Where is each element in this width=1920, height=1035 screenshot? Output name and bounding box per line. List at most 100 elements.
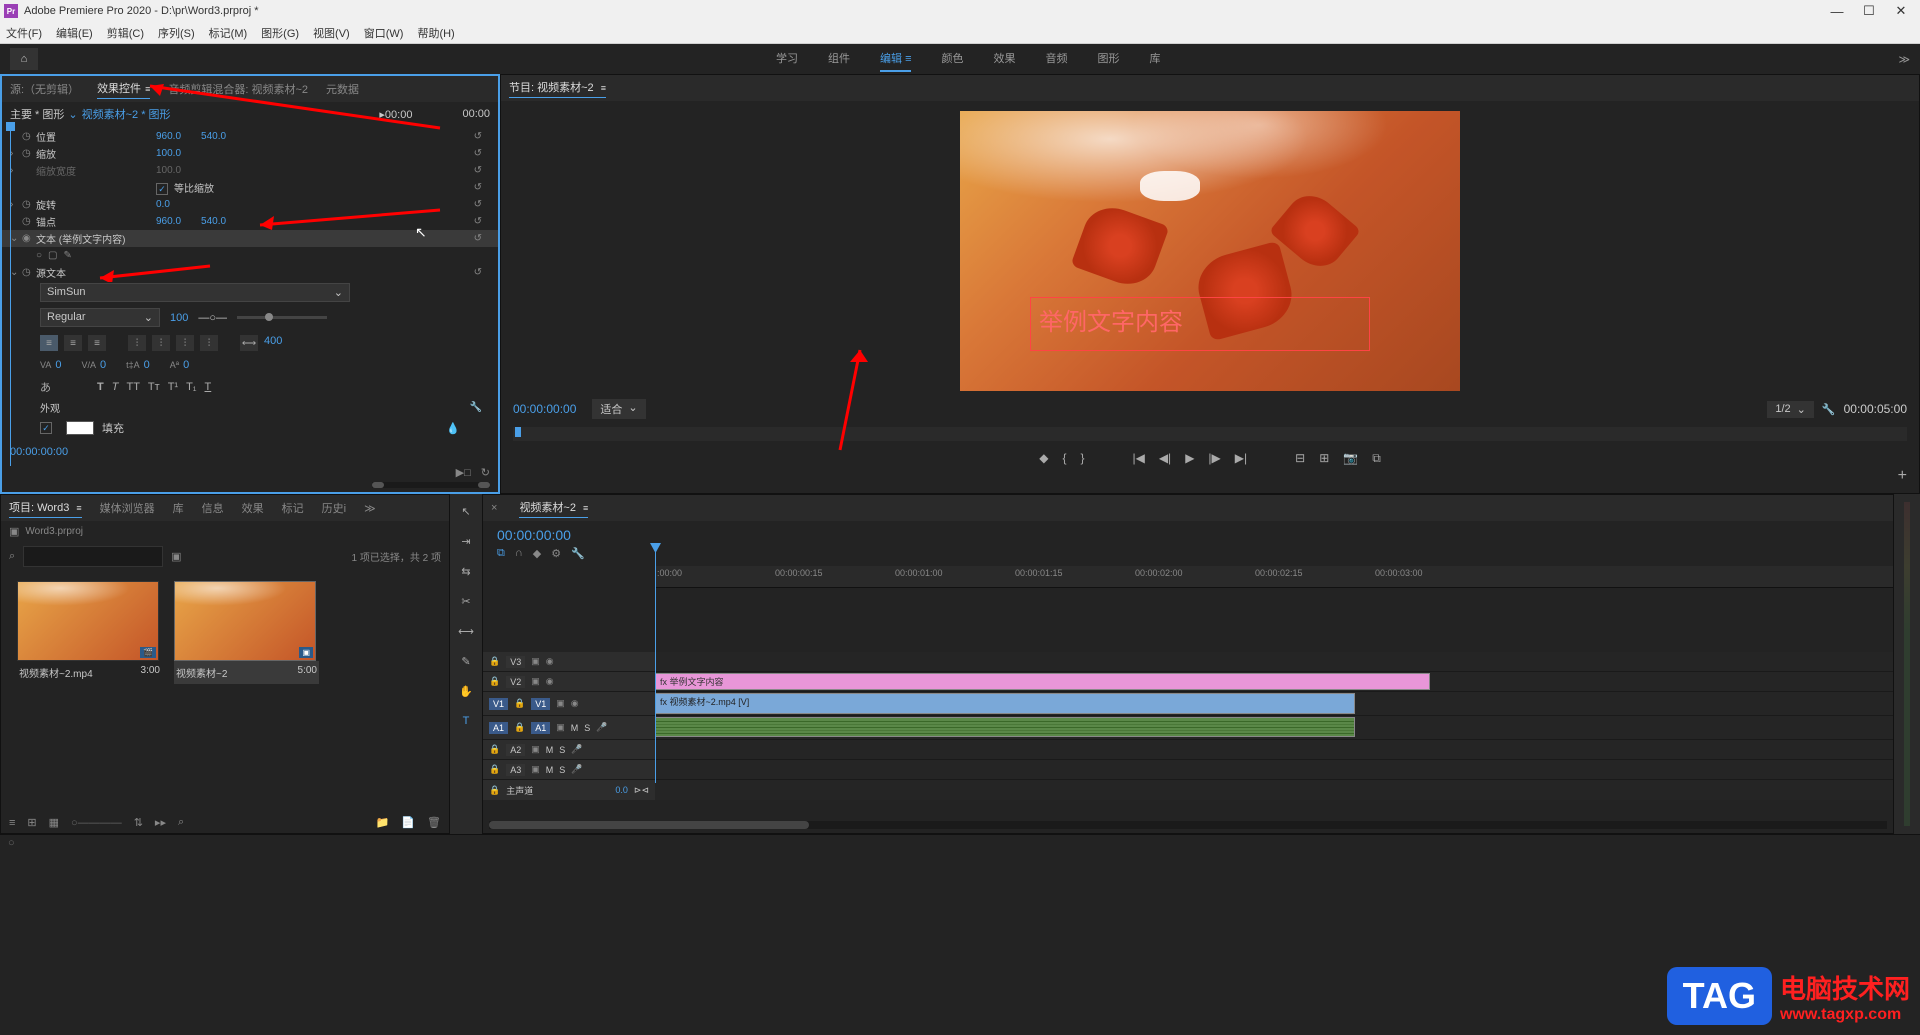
prop-anchor-x[interactable]: 960.0 <box>156 216 181 227</box>
fill-color-swatch[interactable] <box>66 421 94 435</box>
align-middle-button[interactable]: ⫶ <box>152 335 170 351</box>
play-button[interactable]: ▶ <box>1185 451 1194 466</box>
program-video-preview[interactable]: 举例文字内容 <box>960 111 1460 391</box>
lock-icon[interactable]: 🔒 <box>489 676 500 687</box>
extract-button[interactable]: ⊞ <box>1319 451 1329 466</box>
twisty-icon[interactable]: ⌄ <box>10 267 22 278</box>
prop-position-x[interactable]: 960.0 <box>156 131 181 142</box>
expand-icon[interactable]: ⊳⊲ <box>634 785 649 796</box>
settings-icon[interactable]: ⚙ <box>551 547 561 560</box>
resolution-dropdown[interactable]: 1/2⌄ <box>1767 401 1814 418</box>
new-bin-from-search-icon[interactable]: ▣ <box>171 550 181 563</box>
voice-over-icon[interactable]: 🎤 <box>596 722 607 733</box>
align-center-button[interactable]: ≡ <box>64 335 82 351</box>
style-italic-button[interactable]: T <box>112 381 119 393</box>
razor-tool[interactable]: ✂ <box>457 592 475 610</box>
step-back-button[interactable]: ◀| <box>1159 451 1171 466</box>
tab-markers[interactable]: 标记 <box>282 500 304 516</box>
stopwatch-icon[interactable]: ◷ <box>22 148 36 159</box>
ec-playhead[interactable] <box>10 126 11 466</box>
baseline-value[interactable]: 0 <box>183 359 189 371</box>
timeline-timecode[interactable]: 00:00:00:00 <box>491 525 651 545</box>
timeline-playhead[interactable] <box>655 543 656 783</box>
project-item[interactable]: ▣ 视频素材~25:00 <box>174 581 319 684</box>
text-effect-label[interactable]: 文本 (举例文字内容) <box>36 231 125 246</box>
track-header-master[interactable]: 🔒 主声道 0.0 ⊳⊲ <box>483 780 655 800</box>
source-patch[interactable]: A1 <box>489 722 508 734</box>
menu-window[interactable]: 窗口(W) <box>364 25 404 41</box>
track-header-a3[interactable]: 🔒 A3 ▣ M S 🎤 <box>483 760 655 779</box>
settings-icon[interactable]: 🔧 <box>1822 403 1836 416</box>
type-tool[interactable]: T <box>457 712 475 730</box>
delete-button[interactable]: 🗑 <box>427 816 441 829</box>
twisty-icon[interactable]: ⌄ <box>10 233 22 244</box>
menu-view[interactable]: 视图(V) <box>313 25 350 41</box>
export-frame-button[interactable]: 📷 <box>1343 451 1358 466</box>
twisty-icon[interactable]: › <box>10 165 22 176</box>
align-left-button[interactable]: ≡ <box>40 335 58 351</box>
lock-icon[interactable]: 🔒 <box>489 764 500 775</box>
tab-overflow[interactable]: ≫ <box>364 502 376 515</box>
track-name[interactable]: V2 <box>506 676 525 688</box>
zoom-fit-dropdown[interactable]: 适合⌄ <box>592 399 645 419</box>
track-header-v2[interactable]: 🔒 V2 ▣ ◉ <box>483 672 655 691</box>
toggle-output-icon[interactable]: ▣ <box>531 656 540 667</box>
close-button[interactable]: ✕ <box>1894 4 1908 18</box>
menu-clip[interactable]: 剪辑(C) <box>107 25 144 41</box>
step-forward-button[interactable]: |▶ <box>1208 451 1220 466</box>
style-superscript-button[interactable]: T¹ <box>168 381 178 393</box>
mute-button[interactable]: M <box>546 745 554 755</box>
new-item-button[interactable]: 📄 <box>401 816 415 829</box>
align-top-button[interactable]: ⫶ <box>128 335 146 351</box>
audio-clip[interactable] <box>655 717 1355 737</box>
project-item[interactable]: 🎬 视频素材~2.mp43:00 <box>17 581 162 684</box>
tab-history[interactable]: 历史i <box>322 500 346 516</box>
lift-button[interactable]: ⊟ <box>1295 451 1305 466</box>
slip-tool[interactable]: ⟷ <box>457 622 475 640</box>
mark-in-button[interactable]: { <box>1062 451 1066 466</box>
timeline-zoom-scrollbar[interactable] <box>489 821 1887 829</box>
uniform-scale-checkbox[interactable] <box>156 183 168 195</box>
automate-button[interactable]: ▸▸ <box>155 816 166 829</box>
workspace-audio[interactable]: 音频 <box>1045 46 1067 72</box>
tab-sequence[interactable]: 视频素材~2 ≡ <box>519 499 588 518</box>
toggle-output-icon[interactable]: ▣ <box>531 744 540 755</box>
menu-sequence[interactable]: 序列(S) <box>158 25 195 41</box>
tab-effects[interactable]: 效果 <box>242 500 264 516</box>
track-name[interactable]: A1 <box>531 722 550 734</box>
track-name[interactable]: V1 <box>531 698 550 710</box>
video-clip[interactable]: fx 视频素材~2.mp4 [V] <box>655 693 1355 714</box>
fx-toggle-icon[interactable]: ◉ <box>22 233 36 244</box>
workspace-overflow[interactable]: ≫ <box>1898 53 1910 66</box>
project-thumbnail[interactable]: 🎬 <box>17 581 159 661</box>
track-select-tool[interactable]: ⇥ <box>457 532 475 550</box>
sort-button[interactable]: ⇅ <box>134 816 143 829</box>
style-smallcaps-button[interactable]: Tᴛ <box>148 381 160 393</box>
reset-icon[interactable]: ↺ <box>474 267 482 278</box>
reset-icon[interactable]: ↺ <box>474 148 482 159</box>
snap-icon[interactable]: ⧉ <box>497 547 505 560</box>
tab-program[interactable]: 节目: 视频素材~2 ≡ <box>509 79 606 98</box>
style-allcaps-button[interactable]: TT <box>126 381 139 393</box>
voice-over-icon[interactable]: 🎤 <box>571 744 582 755</box>
font-size-slider[interactable] <box>237 316 327 319</box>
eyedropper-icon[interactable]: 💧 <box>446 422 460 435</box>
lock-icon[interactable]: 🔒 <box>514 722 525 733</box>
marker-icon[interactable]: ◆ <box>533 547 541 560</box>
minimize-button[interactable]: — <box>1830 4 1844 18</box>
prop-anchor-y[interactable]: 540.0 <box>201 216 226 227</box>
mask-ellipse-icon[interactable]: ○ <box>36 250 42 261</box>
ec-timecode[interactable]: 00:00:00:00 <box>2 442 498 462</box>
eye-icon[interactable]: ◉ <box>571 698 579 709</box>
freeform-view-button[interactable]: ▦ <box>49 816 59 829</box>
solo-button[interactable]: S <box>559 745 565 755</box>
workspace-learn[interactable]: 学习 <box>776 46 798 72</box>
menu-file[interactable]: 文件(F) <box>6 25 42 41</box>
ec-loop-button[interactable]: ↻ <box>481 466 490 479</box>
twisty-icon[interactable]: › <box>10 148 22 159</box>
comparison-button[interactable]: ⧉ <box>1372 451 1381 466</box>
text-overlay[interactable]: 举例文字内容 <box>1030 297 1370 351</box>
wrench-icon[interactable]: 🔧 <box>470 402 482 413</box>
home-button[interactable]: ⌂ <box>10 48 38 70</box>
mute-button[interactable]: M <box>546 765 554 775</box>
